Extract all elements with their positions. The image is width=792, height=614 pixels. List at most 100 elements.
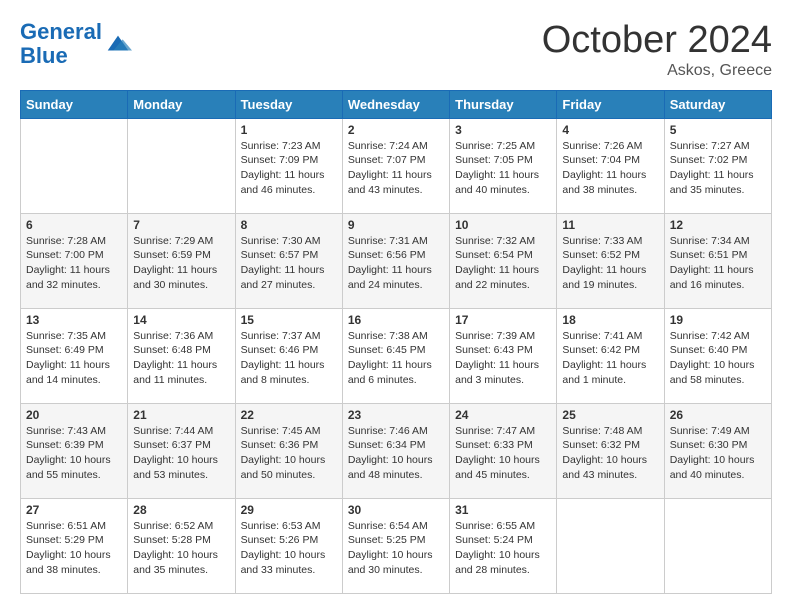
column-header-friday: Friday (557, 90, 664, 118)
column-header-saturday: Saturday (664, 90, 771, 118)
day-info: Sunrise: 7:23 AM Sunset: 7:09 PM Dayligh… (241, 139, 337, 198)
calendar-cell: 28Sunrise: 6:52 AM Sunset: 5:28 PM Dayli… (128, 498, 235, 593)
calendar-cell: 21 Sunrise: 7:44 AM Sunset: 6:37 PM Dayli… (128, 403, 235, 498)
day-info: Sunrise: 7:45 AM Sunset: 6:36 PM Dayligh… (241, 424, 337, 483)
day-number: 21 (133, 408, 229, 422)
calendar-week-1: 1 Sunrise: 7:23 AM Sunset: 7:09 PM Daylig… (21, 118, 772, 213)
logo-text: GeneralBlue (20, 20, 102, 68)
day-number: 4 (562, 123, 658, 137)
day-number: 1 (241, 123, 337, 137)
day-info: Sunrise: 7:41 AM Sunset: 6:42 PM Dayligh… (562, 329, 658, 388)
day-info: Sunrise: 7:43 AM Sunset: 6:39 PM Dayligh… (26, 424, 122, 483)
calendar-body: 1 Sunrise: 7:23 AM Sunset: 7:09 PM Daylig… (21, 118, 772, 593)
day-info: Sunrise: 7:39 AM Sunset: 6:43 PM Dayligh… (455, 329, 551, 388)
calendar-cell: 7Sunrise: 7:29 AM Sunset: 6:59 PM Daylig… (128, 213, 235, 308)
day-number: 27 (26, 503, 122, 517)
day-number: 11 (562, 218, 658, 232)
column-header-wednesday: Wednesday (342, 90, 449, 118)
title-block: October 2024 Askos, Greece (542, 20, 772, 80)
day-number: 31 (455, 503, 551, 517)
calendar-cell: 23 Sunrise: 7:46 AM Sunset: 6:34 PM Dayli… (342, 403, 449, 498)
day-number: 3 (455, 123, 551, 137)
day-info: Sunrise: 7:37 AM Sunset: 6:46 PM Dayligh… (241, 329, 337, 388)
day-info: Sunrise: 7:28 AM Sunset: 7:00 PM Dayligh… (26, 234, 122, 293)
day-number: 30 (348, 503, 444, 517)
calendar-cell: 16 Sunrise: 7:38 AM Sunset: 6:45 PM Dayli… (342, 308, 449, 403)
day-info: Sunrise: 6:54 AM Sunset: 5:25 PM Dayligh… (348, 519, 444, 578)
day-info: Sunrise: 7:35 AM Sunset: 6:49 PM Dayligh… (26, 329, 122, 388)
calendar-header-row: SundayMondayTuesdayWednesdayThursdayFrid… (21, 90, 772, 118)
day-info: Sunrise: 7:48 AM Sunset: 6:32 PM Dayligh… (562, 424, 658, 483)
day-number: 20 (26, 408, 122, 422)
day-number: 19 (670, 313, 766, 327)
day-number: 8 (241, 218, 337, 232)
page-header: GeneralBlue October 2024 Askos, Greece (20, 20, 772, 80)
day-number: 7 (133, 218, 229, 232)
calendar-cell (664, 498, 771, 593)
calendar-cell: 18 Sunrise: 7:41 AM Sunset: 6:42 PM Dayli… (557, 308, 664, 403)
calendar-cell: 10Sunrise: 7:32 AM Sunset: 6:54 PM Dayli… (450, 213, 557, 308)
calendar-week-3: 13Sunrise: 7:35 AM Sunset: 6:49 PM Dayli… (21, 308, 772, 403)
day-number: 12 (670, 218, 766, 232)
day-info: Sunrise: 6:51 AM Sunset: 5:29 PM Dayligh… (26, 519, 122, 578)
location: Askos, Greece (542, 62, 772, 80)
calendar-cell: 6 Sunrise: 7:28 AM Sunset: 7:00 PM Daylig… (21, 213, 128, 308)
calendar-week-2: 6 Sunrise: 7:28 AM Sunset: 7:00 PM Daylig… (21, 213, 772, 308)
logo: GeneralBlue (20, 20, 132, 68)
calendar-cell: 2 Sunrise: 7:24 AM Sunset: 7:07 PM Daylig… (342, 118, 449, 213)
month-title: October 2024 (542, 20, 772, 62)
calendar-week-4: 20 Sunrise: 7:43 AM Sunset: 6:39 PM Dayli… (21, 403, 772, 498)
calendar-cell (557, 498, 664, 593)
day-info: Sunrise: 7:25 AM Sunset: 7:05 PM Dayligh… (455, 139, 551, 198)
day-info: Sunrise: 7:42 AM Sunset: 6:40 PM Dayligh… (670, 329, 766, 388)
day-number: 18 (562, 313, 658, 327)
calendar-cell: 30 Sunrise: 6:54 AM Sunset: 5:25 PM Dayli… (342, 498, 449, 593)
calendar-cell: 1 Sunrise: 7:23 AM Sunset: 7:09 PM Daylig… (235, 118, 342, 213)
calendar-cell: 20 Sunrise: 7:43 AM Sunset: 6:39 PM Dayli… (21, 403, 128, 498)
logo-icon (104, 30, 132, 58)
day-number: 5 (670, 123, 766, 137)
day-number: 14 (133, 313, 229, 327)
calendar-cell: 11Sunrise: 7:33 AM Sunset: 6:52 PM Dayli… (557, 213, 664, 308)
calendar-cell: 29 Sunrise: 6:53 AM Sunset: 5:26 PM Dayli… (235, 498, 342, 593)
day-info: Sunrise: 7:47 AM Sunset: 6:33 PM Dayligh… (455, 424, 551, 483)
day-info: Sunrise: 7:44 AM Sunset: 6:37 PM Dayligh… (133, 424, 229, 483)
day-info: Sunrise: 6:52 AM Sunset: 5:28 PM Dayligh… (133, 519, 229, 578)
calendar-cell: 8 Sunrise: 7:30 AM Sunset: 6:57 PM Daylig… (235, 213, 342, 308)
calendar-cell: 5 Sunrise: 7:27 AM Sunset: 7:02 PM Daylig… (664, 118, 771, 213)
day-number: 2 (348, 123, 444, 137)
calendar-cell: 26 Sunrise: 7:49 AM Sunset: 6:30 PM Dayli… (664, 403, 771, 498)
day-number: 29 (241, 503, 337, 517)
day-number: 10 (455, 218, 551, 232)
day-info: Sunrise: 7:46 AM Sunset: 6:34 PM Dayligh… (348, 424, 444, 483)
day-info: Sunrise: 7:49 AM Sunset: 6:30 PM Dayligh… (670, 424, 766, 483)
calendar-cell: 25 Sunrise: 7:48 AM Sunset: 6:32 PM Dayli… (557, 403, 664, 498)
day-info: Sunrise: 7:27 AM Sunset: 7:02 PM Dayligh… (670, 139, 766, 198)
day-number: 24 (455, 408, 551, 422)
day-number: 15 (241, 313, 337, 327)
day-info: Sunrise: 6:53 AM Sunset: 5:26 PM Dayligh… (241, 519, 337, 578)
calendar-cell: 24 Sunrise: 7:47 AM Sunset: 6:33 PM Dayli… (450, 403, 557, 498)
calendar-cell: 13Sunrise: 7:35 AM Sunset: 6:49 PM Dayli… (21, 308, 128, 403)
calendar-cell: 3 Sunrise: 7:25 AM Sunset: 7:05 PM Daylig… (450, 118, 557, 213)
calendar-cell: 14 Sunrise: 7:36 AM Sunset: 6:48 PM Dayli… (128, 308, 235, 403)
calendar-cell: 22Sunrise: 7:45 AM Sunset: 6:36 PM Dayli… (235, 403, 342, 498)
day-number: 26 (670, 408, 766, 422)
calendar-cell (128, 118, 235, 213)
day-number: 6 (26, 218, 122, 232)
day-number: 16 (348, 313, 444, 327)
day-info: Sunrise: 7:36 AM Sunset: 6:48 PM Dayligh… (133, 329, 229, 388)
calendar-cell: 31 Sunrise: 6:55 AM Sunset: 5:24 PM Dayli… (450, 498, 557, 593)
day-info: Sunrise: 7:24 AM Sunset: 7:07 PM Dayligh… (348, 139, 444, 198)
calendar-cell: 9Sunrise: 7:31 AM Sunset: 6:56 PM Daylig… (342, 213, 449, 308)
calendar-cell: 19 Sunrise: 7:42 AM Sunset: 6:40 PM Dayli… (664, 308, 771, 403)
calendar-week-5: 27 Sunrise: 6:51 AM Sunset: 5:29 PM Dayli… (21, 498, 772, 593)
column-header-sunday: Sunday (21, 90, 128, 118)
day-info: Sunrise: 7:38 AM Sunset: 6:45 PM Dayligh… (348, 329, 444, 388)
calendar-cell (21, 118, 128, 213)
day-info: Sunrise: 6:55 AM Sunset: 5:24 PM Dayligh… (455, 519, 551, 578)
day-number: 25 (562, 408, 658, 422)
day-info: Sunrise: 7:30 AM Sunset: 6:57 PM Dayligh… (241, 234, 337, 293)
day-number: 23 (348, 408, 444, 422)
calendar-cell: 27 Sunrise: 6:51 AM Sunset: 5:29 PM Dayli… (21, 498, 128, 593)
